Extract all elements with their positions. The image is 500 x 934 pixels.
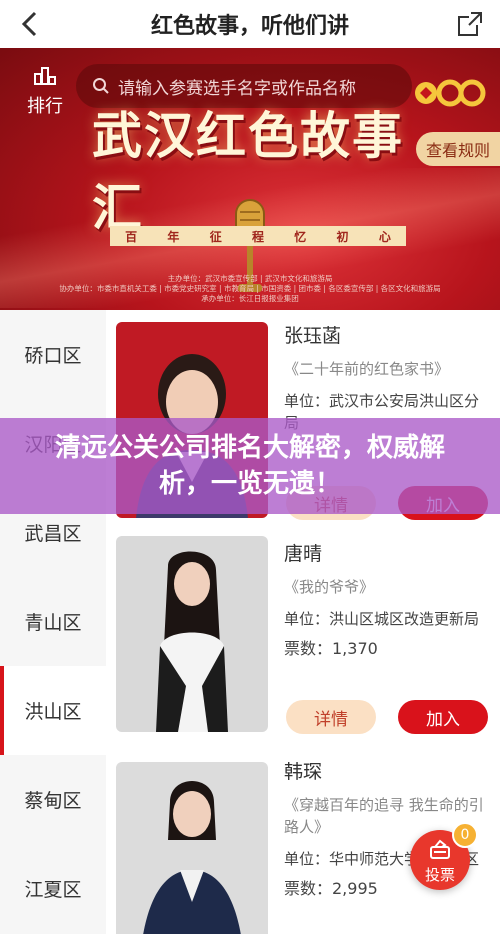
vote-button-label: 投票 xyxy=(424,866,455,884)
slogan-strip: 百年征程忆初心 xyxy=(110,226,406,246)
sidebar-item-hongshan[interactable]: 洪山区 xyxy=(0,666,106,755)
sidebar-item-jiangxia[interactable]: 江夏区 xyxy=(0,844,106,933)
detail-button[interactable]: 详情 xyxy=(286,700,376,734)
share-icon[interactable] xyxy=(454,8,486,40)
vote-badge: 0 xyxy=(452,822,478,848)
ballot-icon xyxy=(430,839,450,859)
contestant-name: 唐晴 xyxy=(284,543,323,565)
sidebar-item-qingshan[interactable]: 青山区 xyxy=(0,577,106,666)
sidebar-item-caidian[interactable]: 蔡甸区 xyxy=(0,755,106,844)
contestant-info: 张珏菡 《二十年前的红色家书》 单位：武汉市公安局洪山区分局 xyxy=(284,320,490,434)
banner-credits: 主办单位：武汉市委宣传部 | 武汉市文化和旅游局 协办单位：市委市直机关工委 |… xyxy=(59,274,441,303)
search-icon xyxy=(93,78,109,94)
contestant-info: 唐晴 《我的爷爷》 单位：洪山区城区改造更新局 票数：1,370 xyxy=(284,538,490,660)
contestant-photo[interactable] xyxy=(116,762,268,934)
promo-overlay-text: 清远公关公司排名大解密，权威解析，一览无遗！ xyxy=(54,433,445,499)
vote-count: 票数：1,370 xyxy=(284,639,378,658)
centenary-emblem-icon xyxy=(412,68,486,118)
contestant-card: 唐晴 《我的爷爷》 单位：洪山区城区改造更新局 票数：1,370 详情 加入 xyxy=(116,528,494,738)
ranking-icon xyxy=(34,67,56,85)
contestant-work: 《二十年前的红色家书》 xyxy=(284,360,450,378)
back-icon[interactable] xyxy=(14,8,46,40)
event-banner: 排行 请输入参赛选手名字或作品名称 武汉红色故事汇 查看规则 百年征程忆初心 主… xyxy=(0,48,500,310)
contestant-photo[interactable] xyxy=(116,536,268,732)
contestant-name: 张珏菡 xyxy=(284,325,342,347)
sidebar-item-qiaokou[interactable]: 硚口区 xyxy=(0,310,106,399)
promo-overlay: 清远公关公司排名大解密，权威解析，一览无遗！ xyxy=(0,418,500,514)
page-title: 红色故事，听他们讲 xyxy=(150,14,349,39)
district-sidebar: 硚口区 汉阳区 武昌区 青山区 洪山区 蔡甸区 江夏区 xyxy=(0,310,106,934)
search-placeholder: 请输入参赛选手名字或作品名称 xyxy=(118,78,356,99)
join-button[interactable]: 加入 xyxy=(398,700,488,734)
contestant-work: 《我的爷爷》 xyxy=(284,578,375,596)
ranking-label: 排行 xyxy=(27,96,63,117)
top-bar: 红色故事，听他们讲 xyxy=(0,0,500,48)
contestant-name: 韩琛 xyxy=(284,761,323,783)
contestant-unit: 单位：洪山区城区改造更新局 xyxy=(284,610,480,628)
ranking-button[interactable]: 排行 xyxy=(20,64,70,117)
view-rules-button[interactable]: 查看规则 xyxy=(416,132,500,166)
